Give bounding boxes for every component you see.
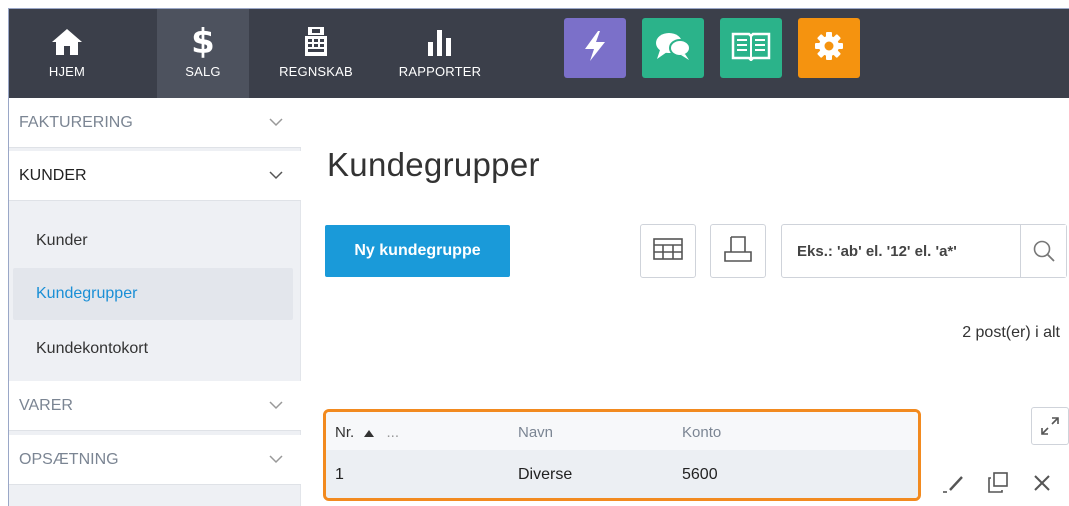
search-box: [781, 224, 1067, 278]
app-window: HJEM $ SALG REGNSKAB RAPPORTER FAKTURERI…: [8, 8, 1069, 506]
nav-salg[interactable]: $ SALG: [157, 9, 249, 98]
bar-chart-icon: [425, 23, 455, 61]
sidebar-item-label: Kundekontokort: [36, 340, 149, 357]
sidebar: FAKTURERING KUNDER Kunder Kundegrupper K…: [9, 98, 301, 506]
chevron-down-icon: [269, 171, 283, 180]
app-book-button[interactable]: [720, 18, 782, 78]
edit-button[interactable]: [941, 470, 967, 496]
sidebar-item-kunder[interactable]: Kunder: [9, 215, 301, 267]
expand-table-button[interactable]: [1031, 407, 1069, 445]
app-lightning-button[interactable]: [564, 18, 626, 78]
chevron-down-icon: [269, 118, 283, 127]
cell-navn: Diverse: [518, 466, 573, 483]
column-layout-button[interactable]: [640, 224, 696, 278]
nav-label: HJEM: [48, 64, 86, 79]
record-count: 2 post(er) i alt: [962, 324, 1060, 341]
delete-button[interactable]: [1029, 470, 1055, 496]
copy-icon: [988, 472, 1008, 493]
sidebar-section-fakturering[interactable]: FAKTURERING: [9, 98, 301, 148]
sidebar-section-varer[interactable]: VARER: [9, 381, 301, 431]
column-menu[interactable]: ...: [387, 424, 400, 441]
sidebar-section-label: VARER: [19, 396, 73, 414]
row-actions: [941, 468, 1055, 498]
sidebar-section-label: KUNDER: [19, 166, 87, 184]
chevron-down-icon: [269, 401, 283, 410]
sidebar-item-kundekontokort[interactable]: Kundekontokort: [9, 323, 301, 375]
lightning-icon: [581, 29, 609, 68]
nav-rapporter[interactable]: RAPPORTER: [391, 9, 489, 98]
calculator-icon: [303, 23, 329, 61]
nav-label: REGNSKAB: [279, 64, 353, 79]
cell-nr: 1: [335, 466, 344, 483]
cell-konto: 5600: [682, 466, 718, 483]
page-title: Kundegrupper: [327, 146, 540, 183]
column-header-navn[interactable]: Navn: [518, 424, 553, 441]
app-chat-button[interactable]: [642, 18, 704, 78]
chat-icon: [654, 30, 692, 67]
nav-hjem[interactable]: HJEM: [31, 9, 103, 98]
search-input[interactable]: [782, 225, 1022, 277]
nav-label: SALG: [185, 64, 221, 79]
copy-button[interactable]: [985, 470, 1011, 496]
nav-label: RAPPORTER: [398, 64, 482, 79]
top-navigation: HJEM $ SALG REGNSKAB RAPPORTER: [9, 9, 1069, 98]
search-button[interactable]: [1020, 225, 1066, 277]
table-grid-icon: [653, 237, 683, 265]
column-header-konto[interactable]: Konto: [682, 424, 721, 441]
close-icon: [1034, 475, 1050, 491]
sort-ascending-icon: [364, 430, 375, 437]
print-icon: [724, 235, 752, 268]
sidebar-item-kundegrupper[interactable]: Kundegrupper: [13, 268, 293, 320]
book-icon: [731, 31, 771, 66]
sidebar-section-kunder[interactable]: KUNDER: [9, 151, 301, 201]
search-icon: [1033, 240, 1055, 262]
print-button[interactable]: [710, 224, 766, 278]
table-header: Nr. ... Navn Konto: [326, 412, 918, 450]
sidebar-section-opsaetning[interactable]: OPSÆTNING: [9, 435, 301, 485]
main-content: Kundegrupper Ny kundegruppe Eks.: 'ab' e…: [301, 98, 1069, 506]
gear-icon: [813, 30, 845, 67]
dollar-icon: $: [191, 22, 215, 62]
sidebar-item-label: Kunder: [36, 232, 88, 249]
nav-regnskab[interactable]: REGNSKAB: [271, 9, 361, 98]
pencil-icon: [943, 476, 963, 493]
sidebar-section-label: OPSÆTNING: [19, 450, 119, 468]
app-settings-button[interactable]: [798, 18, 860, 78]
table-row[interactable]: 1 Diverse 5600: [326, 450, 918, 498]
sidebar-item-label: Kundegrupper: [36, 285, 138, 302]
new-customer-group-button[interactable]: Ny kundegruppe: [325, 225, 510, 277]
customer-groups-table: Nr. ... Navn Konto 1 Diverse 5600: [323, 409, 921, 501]
chevron-down-icon: [269, 455, 283, 464]
sidebar-section-label: FAKTURERING: [19, 113, 133, 131]
home-icon: [50, 23, 84, 61]
column-header-nr[interactable]: Nr. ...: [335, 424, 399, 441]
expand-icon: [1041, 417, 1059, 435]
